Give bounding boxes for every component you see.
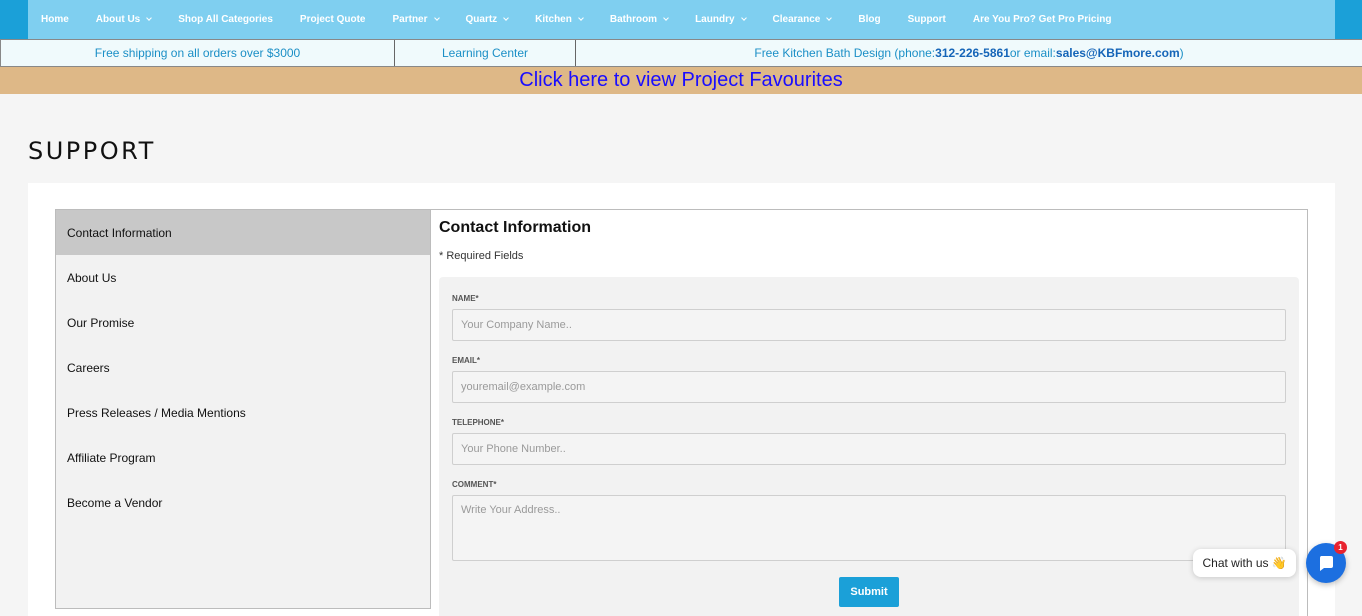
nav-item-shop-all-categories[interactable]: Shop All Categories xyxy=(178,14,273,25)
chevron-down-icon xyxy=(433,15,440,21)
sidebar-item-about-us[interactable]: About Us xyxy=(56,255,430,300)
contact-form: NAME* EMAIL* TELEPHONE* COMMENT* Submit xyxy=(439,277,1299,616)
learning-center-text: Learning Center xyxy=(441,46,529,60)
project-favourites-banner: Click here to view Project Favourites xyxy=(0,67,1362,94)
comment-field[interactable] xyxy=(452,495,1286,561)
telephone-field[interactable] xyxy=(452,433,1286,465)
sidebar-item-label: Our Promise xyxy=(67,315,135,330)
nav-item-support[interactable]: Support xyxy=(908,14,946,25)
free-design-prefix: Free Kitchen Bath Design (phone: xyxy=(754,46,936,60)
email-label: EMAIL* xyxy=(452,356,480,365)
page-title: SUPPORT xyxy=(28,137,156,165)
nav-item-project-quote[interactable]: Project Quote xyxy=(300,14,366,25)
nav-item-label: Clearance xyxy=(772,14,821,25)
waving-hand-icon: 👋 xyxy=(1271,556,1287,570)
nav-item-bathroom[interactable]: Bathroom xyxy=(609,14,669,25)
required-fields-note: * Required Fields xyxy=(439,250,524,262)
nav-item-label: Laundry xyxy=(695,14,735,25)
nav-item-laundry[interactable]: Laundry xyxy=(695,14,747,25)
chat-with-us-bubble[interactable]: Chat with us 👋 xyxy=(1193,549,1296,577)
email-field[interactable] xyxy=(452,371,1286,403)
name-label: NAME* xyxy=(452,294,479,303)
top-navigation-menu: Home About Us Shop All Categories Projec… xyxy=(28,0,1335,39)
nav-item-kitchen[interactable]: Kitchen xyxy=(535,14,584,25)
nav-item-label: Bathroom xyxy=(609,14,658,25)
nav-item-label: Partner xyxy=(392,14,428,25)
sidebar-item-press-releases[interactable]: Press Releases / Media Mentions xyxy=(56,390,430,435)
telephone-label: TELEPHONE* xyxy=(452,418,505,427)
nav-item-label: Kitchen xyxy=(535,14,572,25)
top-navigation-bar: Home About Us Shop All Categories Projec… xyxy=(0,0,1362,39)
panel-heading: Contact Information xyxy=(439,219,591,236)
nav-item-label: Home xyxy=(41,14,69,25)
email-link[interactable]: sales@KBFmore.com xyxy=(1056,46,1180,60)
nav-item-clearance[interactable]: Clearance xyxy=(772,14,833,25)
chevron-down-icon xyxy=(503,15,510,21)
submit-button[interactable]: Submit xyxy=(839,577,899,607)
nav-item-label: Project Quote xyxy=(299,14,366,25)
nav-item-blog[interactable]: Blog xyxy=(858,14,880,25)
nav-item-quartz[interactable]: Quartz xyxy=(465,14,510,25)
chevron-down-icon xyxy=(146,15,153,21)
sidebar-item-contact-information[interactable]: Contact Information xyxy=(56,210,430,255)
sidebar-item-label: Affiliate Program xyxy=(67,450,156,465)
chat-label: Chat with us xyxy=(1202,556,1269,570)
sidebar-item-careers[interactable]: Careers xyxy=(56,345,430,390)
nav-item-about-us[interactable]: About Us xyxy=(95,14,153,25)
free-shipping-text: Free shipping on all orders over $3000 xyxy=(94,46,301,60)
sidebar-item-label: Careers xyxy=(67,360,110,375)
sidebar-item-label: Contact Information xyxy=(67,225,172,240)
nav-item-label: Blog xyxy=(858,14,881,25)
name-field[interactable] xyxy=(452,309,1286,341)
chevron-down-icon xyxy=(663,15,669,21)
unread-count-badge: 1 xyxy=(1334,541,1347,554)
free-shipping-notice: Free shipping on all orders over $3000 xyxy=(0,40,394,66)
phone-link[interactable]: 312-226-5861 xyxy=(935,46,1010,60)
info-bar: Free shipping on all orders over $3000 L… xyxy=(0,39,1362,67)
nav-item-label: Quartz xyxy=(465,14,498,25)
free-design-mid: or email: xyxy=(1009,46,1056,60)
nav-item-label: Are You Pro? Get Pro Pricing xyxy=(972,14,1112,25)
sidebar-item-become-a-vendor[interactable]: Become a Vendor xyxy=(56,480,430,525)
nav-item-pro-pricing[interactable]: Are You Pro? Get Pro Pricing xyxy=(973,14,1112,25)
nav-item-home[interactable]: Home xyxy=(41,14,69,25)
comment-label: COMMENT* xyxy=(452,480,497,489)
learning-center-link[interactable]: Learning Center xyxy=(394,40,575,66)
chat-icon xyxy=(1319,556,1333,571)
chevron-down-icon xyxy=(740,15,747,21)
contact-information-panel: Contact Information * Required Fields NA… xyxy=(431,209,1308,616)
chevron-down-icon xyxy=(826,15,833,21)
sidebar-item-affiliate-program[interactable]: Affiliate Program xyxy=(56,435,430,480)
nav-item-label: Shop All Categories xyxy=(178,14,273,25)
sidebar-item-label: Become a Vendor xyxy=(67,495,163,510)
free-design-notice: Free Kitchen Bath Design (phone: 312-226… xyxy=(575,40,1362,66)
project-favourites-link[interactable]: Click here to view Project Favourites xyxy=(519,69,842,92)
sidebar-item-label: About Us xyxy=(67,270,117,285)
free-design-suffix: ) xyxy=(1179,46,1184,60)
sidebar-item-label: Press Releases / Media Mentions xyxy=(67,405,246,420)
chevron-down-icon xyxy=(578,15,584,21)
nav-item-partner[interactable]: Partner xyxy=(392,14,440,25)
support-sidebar: Contact Information About Us Our Promise… xyxy=(55,209,431,609)
nav-item-label: About Us xyxy=(95,14,141,25)
sidebar-item-our-promise[interactable]: Our Promise xyxy=(56,300,430,345)
nav-item-label: Support xyxy=(907,14,946,25)
